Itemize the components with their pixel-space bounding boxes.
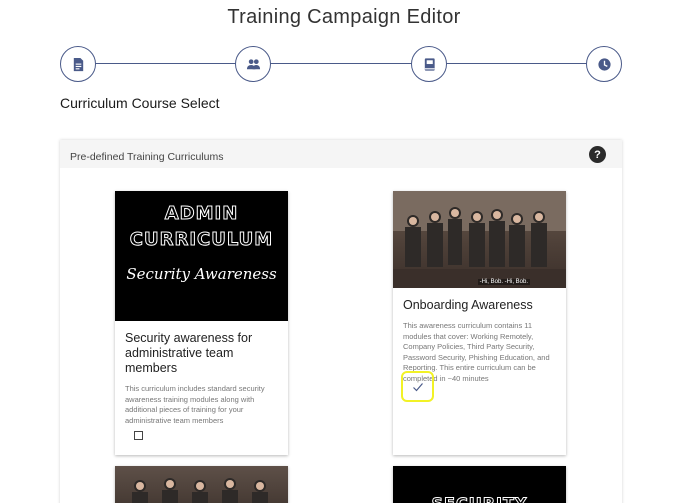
document-icon [73, 57, 83, 71]
page-title: Training Campaign Editor [227, 6, 461, 28]
admin-curriculum-image: ADMIN CURRICULUM Security Awareness [115, 191, 288, 321]
bottom-left-photo [115, 466, 288, 503]
step-schedule[interactable] [586, 46, 622, 82]
help-icon[interactable]: ? [589, 146, 606, 163]
checkmark-icon [412, 382, 423, 391]
users-icon [246, 58, 260, 69]
group-photo-image [393, 191, 566, 288]
panel-header: Pre-defined Training Curriculums ? [60, 140, 622, 168]
card-title: Onboarding Awareness [403, 298, 533, 312]
book-icon [424, 57, 435, 71]
campaign-stepper [60, 46, 622, 82]
group-photo-image [132, 478, 268, 503]
bottom-right-image: SECURITY [393, 466, 566, 503]
curriculum-card-bottom-left[interactable] [115, 466, 288, 503]
select-checkbox-onboarding[interactable] [401, 371, 434, 402]
curriculum-card-admin[interactable]: ADMIN CURRICULUM Security Awareness Secu… [115, 191, 288, 455]
card-title: Security awareness for administrative te… [125, 331, 253, 375]
section-title: Curriculum Course Select [60, 95, 220, 111]
onboarding-photo: -Hi, Bob. -Hi, Bob. [393, 191, 566, 288]
stepper-line [78, 63, 604, 64]
curriculum-card-onboarding[interactable]: -Hi, Bob. -Hi, Bob. Onboarding Awareness… [393, 191, 566, 455]
image-text-curriculum: CURRICULUM [129, 229, 274, 251]
select-checkbox-admin[interactable] [134, 431, 143, 440]
image-text-admin: ADMIN [164, 203, 239, 225]
photo-caption: -Hi, Bob. -Hi, Bob. [477, 279, 530, 285]
curriculum-card-bottom-right[interactable]: SECURITY [393, 466, 566, 503]
panel-header-label: Pre-defined Training Curriculums [70, 151, 224, 163]
card-description: This curriculum includes standard securi… [125, 384, 265, 425]
step-curriculum[interactable] [411, 46, 447, 82]
clock-icon [597, 57, 611, 71]
step-details[interactable] [60, 46, 96, 82]
image-text-security: SECURITY [393, 494, 566, 503]
step-recipients[interactable] [235, 46, 271, 82]
image-text-script: Security Awareness [126, 265, 277, 283]
